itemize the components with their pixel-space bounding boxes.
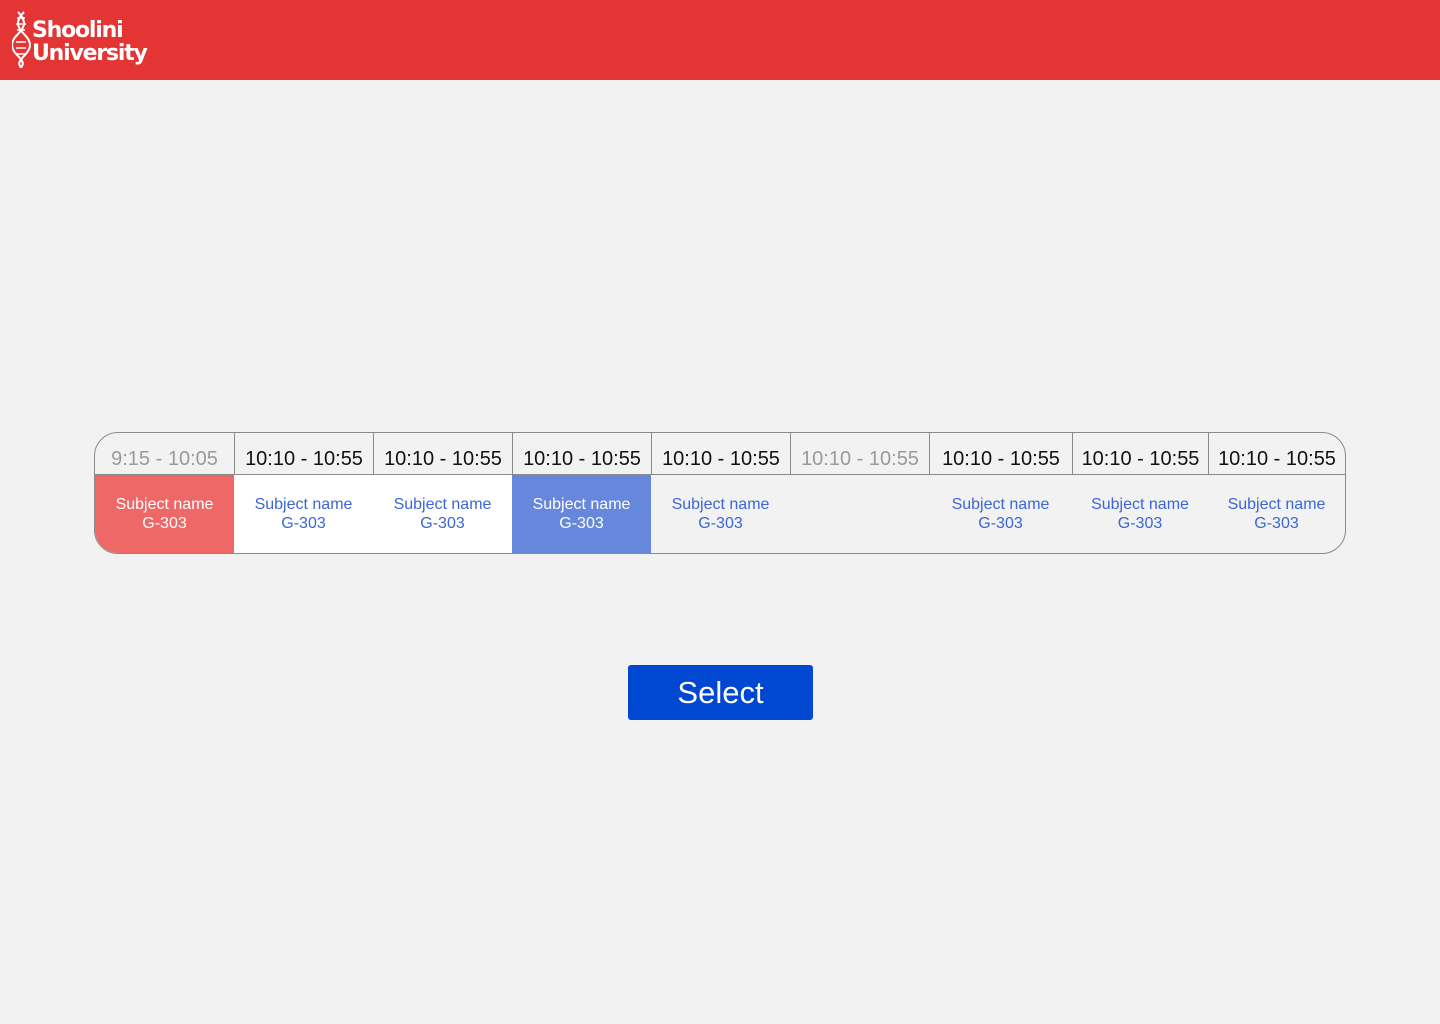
room-number: G-303 — [281, 515, 326, 532]
slot-time: 10:10 - 10:55 — [373, 433, 512, 475]
slot-column-7: 10:10 - 10:55 Subject name G-303 — [929, 433, 1072, 553]
subject-name: Subject name — [1091, 496, 1189, 513]
slot-column-6: 10:10 - 10:55 — [790, 433, 929, 553]
logo-line-2: University — [32, 41, 148, 66]
slot-column-2: 10:10 - 10:55 Subject name G-303 — [234, 433, 373, 553]
subject-name: Subject name — [115, 496, 214, 513]
dna-helix-icon — [12, 11, 31, 68]
slot-time: 10:10 - 10:55 — [512, 433, 651, 475]
subject-name: Subject name — [254, 496, 353, 513]
logo-line-1: Shoolini — [32, 18, 124, 43]
slot-time: 10:10 - 10:55 — [1072, 433, 1208, 475]
subject-name: Subject name — [1227, 496, 1326, 513]
slot-column-8: 10:10 - 10:55 Subject name G-303 — [1072, 433, 1208, 553]
subject-name: Subject name — [671, 496, 770, 513]
slot-time: 10:10 - 10:55 — [790, 433, 929, 475]
slot-cell-empty — [790, 475, 929, 553]
slot-time: 10:10 - 10:55 — [929, 433, 1072, 475]
slot-cell-selected[interactable]: Subject name G-303 — [512, 475, 651, 553]
slot-time: 9:15 - 10:05 — [95, 433, 234, 475]
slot-time: 10:10 - 10:55 — [651, 433, 790, 475]
timetable-strip: 9:15 - 10:05 Subject name G-303 10:10 - … — [94, 432, 1346, 554]
room-number: G-303 — [698, 515, 743, 532]
slot-cell[interactable]: Subject name G-303 — [1072, 475, 1208, 553]
slot-cell[interactable]: Subject name G-303 — [234, 475, 373, 553]
room-number: G-303 — [1117, 515, 1163, 532]
slot-column-9: 10:10 - 10:55 Subject name G-303 — [1208, 433, 1345, 553]
room-number: G-303 — [1254, 515, 1299, 532]
slot-column-5: 10:10 - 10:55 Subject name G-303 — [651, 433, 790, 553]
slot-time: 10:10 - 10:55 — [1208, 433, 1345, 475]
slot-cell-past[interactable]: Subject name G-303 — [95, 475, 234, 553]
room-number: G-303 — [420, 515, 465, 532]
subject-name: Subject name — [393, 496, 492, 513]
select-button[interactable]: Select — [628, 665, 813, 720]
subject-name: Subject name — [532, 496, 631, 513]
slot-column-3: 10:10 - 10:55 Subject name G-303 — [373, 433, 512, 553]
slot-column-1: 9:15 - 10:05 Subject name G-303 — [95, 433, 234, 553]
slot-column-4: 10:10 - 10:55 Subject name G-303 — [512, 433, 651, 553]
room-number: G-303 — [142, 515, 187, 532]
room-number: G-303 — [978, 515, 1023, 532]
slot-cell[interactable]: Subject name G-303 — [373, 475, 512, 553]
slot-cell[interactable]: Subject name G-303 — [929, 475, 1072, 553]
slot-cell[interactable]: Subject name G-303 — [1208, 475, 1345, 553]
room-number: G-303 — [559, 515, 604, 532]
slot-time: 10:10 - 10:55 — [234, 433, 373, 475]
logo-wordmark: Shoolini University — [32, 18, 148, 66]
slot-cell[interactable]: Subject name G-303 — [651, 475, 790, 553]
university-logo[interactable]: Shoolini University — [12, 8, 152, 72]
top-bar: Shoolini University — [0, 0, 1440, 80]
subject-name: Subject name — [951, 496, 1050, 513]
